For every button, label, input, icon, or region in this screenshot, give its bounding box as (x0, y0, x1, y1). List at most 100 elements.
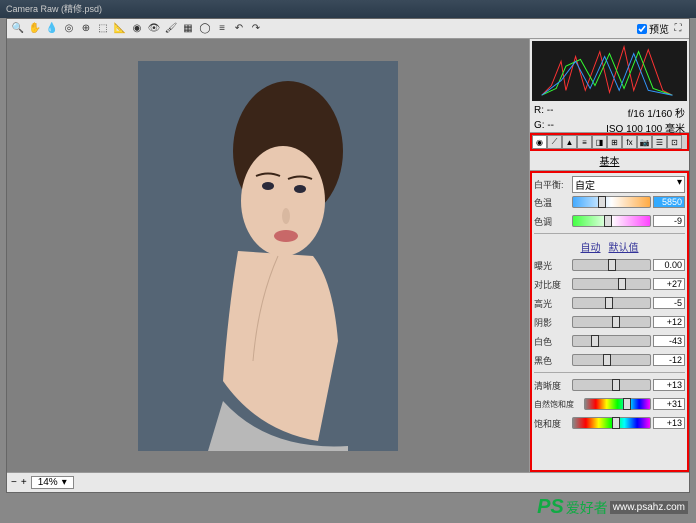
blacks-slider[interactable] (572, 354, 651, 366)
watermark-url: www.psahz.com (610, 501, 688, 514)
exposure-label: 曝光 (534, 259, 570, 272)
fullscreen-icon[interactable]: ⛶ (671, 22, 685, 36)
tab-curve[interactable]: ⟋ (547, 135, 562, 149)
info-r: R: -- (534, 105, 553, 120)
tab-lens[interactable]: ⊞ (607, 135, 622, 149)
slider-thumb[interactable] (618, 278, 626, 290)
saturation-label: 饱和度 (534, 417, 570, 430)
main-area: R: -- f/16 1/160 秒 G: -- ISO 100 100 毫米 … (7, 39, 689, 472)
saturation-slider-row: 饱和度 +13 (534, 414, 685, 432)
hand-tool-icon[interactable]: ✋ (28, 22, 42, 36)
shadows-value[interactable]: +12 (653, 316, 685, 328)
info-exposure: f/16 1/160 秒 (628, 105, 685, 120)
prefs-icon[interactable]: ≡ (215, 22, 229, 36)
zoom-minus-icon[interactable]: − (11, 477, 17, 488)
rotate-cw-icon[interactable]: ↷ (249, 22, 263, 36)
tab-basic[interactable]: ◉ (532, 135, 547, 149)
slider-thumb[interactable] (612, 379, 620, 391)
watermark: PS 爱好者 www.psahz.com (537, 496, 688, 519)
right-panel: R: -- f/16 1/160 秒 G: -- ISO 100 100 毫米 … (529, 39, 689, 472)
auto-button[interactable]: 自动 (581, 239, 601, 254)
slider-thumb[interactable] (608, 259, 616, 271)
whites-value[interactable]: -43 (653, 335, 685, 347)
camera-raw-window: 🔍 ✋ 💧 ◎ ⊕ ⬚ 📐 ◉ 👁 🖌 ▦ ◯ ≡ ↶ ↷ 预览 ⛶ (6, 18, 690, 493)
zoom-plus-icon[interactable]: + (21, 477, 27, 488)
bottom-bar: − + 14% ▾ (7, 472, 689, 492)
saturation-slider[interactable] (572, 417, 651, 429)
whites-slider[interactable] (572, 335, 651, 347)
panel-title: 基本 (530, 151, 689, 171)
temperature-slider-row: 色温 5850 (534, 193, 685, 211)
wb-label: 白平衡: (534, 178, 570, 191)
slider-thumb[interactable] (612, 417, 620, 429)
vibrance-slider-row: 自然饱和度 +31 (534, 395, 685, 413)
dropdown-arrow-icon: ▾ (62, 477, 67, 488)
photo-preview (138, 61, 398, 451)
vibrance-slider[interactable] (584, 398, 651, 410)
wb-select[interactable]: 自定 ▾ (572, 176, 685, 193)
slider-thumb[interactable] (591, 335, 599, 347)
straighten-icon[interactable]: 📐 (113, 22, 127, 36)
exposure-slider-row: 曝光 0.00 (534, 256, 685, 274)
slider-thumb[interactable] (612, 316, 620, 328)
clarity-slider[interactable] (572, 379, 651, 391)
tint-label: 色调 (534, 215, 570, 228)
spot-removal-icon[interactable]: ◉ (130, 22, 144, 36)
contrast-slider[interactable] (572, 278, 651, 290)
wb-value: 自定 (575, 177, 595, 192)
tab-row: ◉ ⟋ ▲ ≡ ◨ ⊞ fx 📷 ☰ ⊡ (530, 133, 689, 151)
blacks-value[interactable]: -12 (653, 354, 685, 366)
temperature-slider[interactable] (572, 196, 651, 208)
gradient-icon[interactable]: ▦ (181, 22, 195, 36)
canvas-area[interactable] (7, 39, 529, 472)
color-sampler-icon[interactable]: ◎ (62, 22, 76, 36)
target-adjust-icon[interactable]: ⊕ (79, 22, 93, 36)
contrast-slider-row: 对比度 +27 (534, 275, 685, 293)
temperature-value[interactable]: 5850 (653, 196, 685, 208)
vibrance-label: 自然饱和度 (534, 399, 582, 410)
slider-thumb[interactable] (623, 398, 631, 410)
tab-split[interactable]: ◨ (592, 135, 607, 149)
zoom-select[interactable]: 14% ▾ (31, 476, 74, 489)
slider-thumb[interactable] (605, 297, 613, 309)
highlights-slider[interactable] (572, 297, 651, 309)
rotate-ccw-icon[interactable]: ↶ (232, 22, 246, 36)
shadows-slider[interactable] (572, 316, 651, 328)
tint-value[interactable]: -9 (653, 215, 685, 227)
slider-thumb[interactable] (604, 215, 612, 227)
shadows-slider-row: 阴影 +12 (534, 313, 685, 331)
watermark-text: 爱好者 (566, 498, 608, 518)
crop-tool-icon[interactable]: ⬚ (96, 22, 110, 36)
highlights-value[interactable]: -5 (653, 297, 685, 309)
tab-hsl[interactable]: ≡ (577, 135, 592, 149)
wb-tool-icon[interactable]: 💧 (45, 22, 59, 36)
preview-check-input[interactable] (637, 24, 647, 34)
highlights-label: 高光 (534, 297, 570, 310)
wb-row: 白平衡: 自定 ▾ (534, 175, 685, 193)
clarity-value[interactable]: +13 (653, 379, 685, 391)
preview-checkbox[interactable]: 预览 ⛶ (637, 21, 685, 36)
clarity-slider-row: 清晰度 +13 (534, 376, 685, 394)
histogram[interactable] (532, 41, 687, 101)
tab-detail[interactable]: ▲ (562, 135, 577, 149)
exposure-value[interactable]: 0.00 (653, 259, 685, 271)
exposure-slider[interactable] (572, 259, 651, 271)
redeye-icon[interactable]: 👁 (147, 22, 161, 36)
slider-thumb[interactable] (603, 354, 611, 366)
tint-slider[interactable] (572, 215, 651, 227)
vibrance-value[interactable]: +31 (653, 398, 685, 410)
tab-preset[interactable]: ☰ (652, 135, 667, 149)
histogram-svg (532, 41, 687, 101)
zoom-tool-icon[interactable]: 🔍 (11, 22, 25, 36)
brush-icon[interactable]: 🖌 (164, 22, 178, 36)
default-button[interactable]: 默认值 (609, 239, 639, 254)
slider-thumb[interactable] (598, 196, 606, 208)
contrast-value[interactable]: +27 (653, 278, 685, 290)
tab-fx[interactable]: fx (622, 135, 637, 149)
divider (534, 372, 685, 373)
portrait-svg (138, 61, 398, 451)
tab-snapshot[interactable]: ⊡ (667, 135, 682, 149)
radial-icon[interactable]: ◯ (198, 22, 212, 36)
tab-camera[interactable]: 📷 (637, 135, 652, 149)
saturation-value[interactable]: +13 (653, 417, 685, 429)
